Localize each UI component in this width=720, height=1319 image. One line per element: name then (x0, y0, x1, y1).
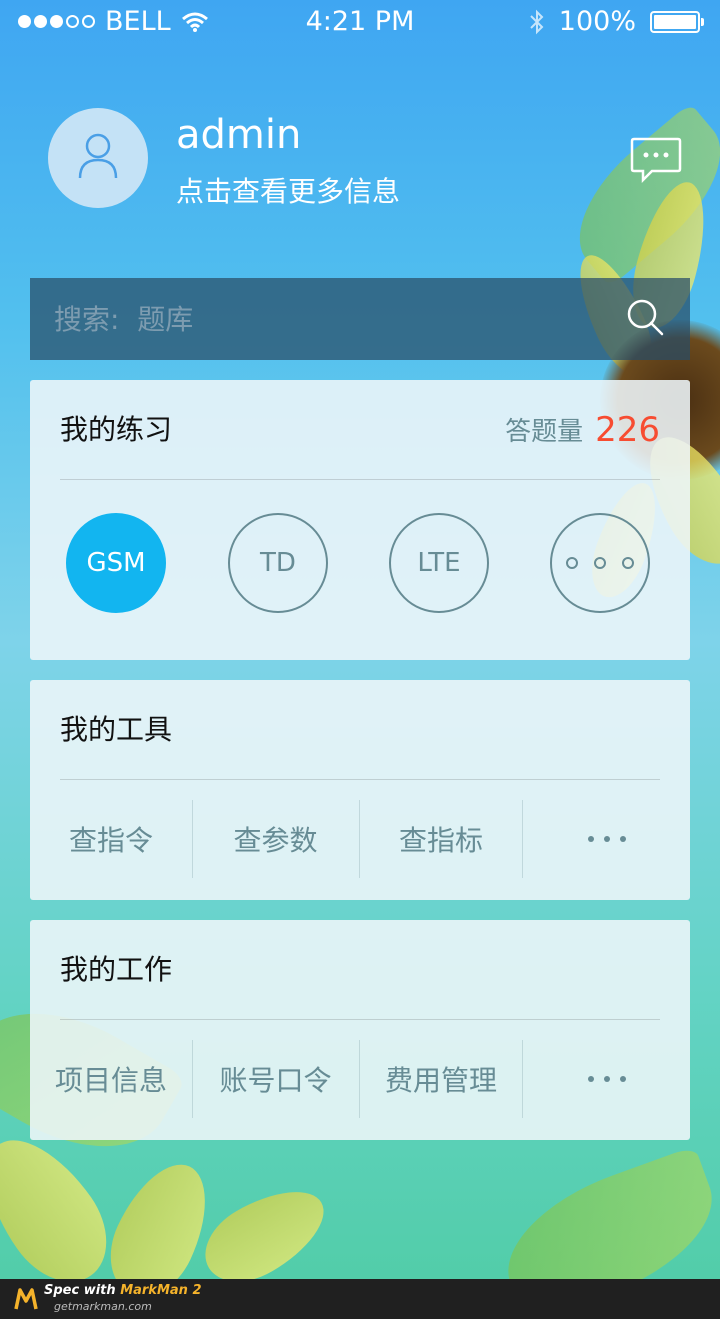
practice-title: 我的练习 (60, 413, 173, 446)
markman-brand: Spec with MarkMan 2 (44, 1283, 202, 1298)
work-account-password[interactable]: 账号口令 (193, 1040, 358, 1118)
answer-count[interactable]: 答题量 226 (505, 380, 660, 479)
username[interactable]: admin (176, 112, 301, 158)
work-expense-management[interactable]: 费用管理 (360, 1040, 522, 1118)
answer-count-value: 226 (595, 409, 660, 450)
search-icon[interactable] (626, 298, 666, 338)
divider (60, 479, 660, 480)
work-project-info[interactable]: 项目信息 (30, 1040, 192, 1118)
divider (60, 1019, 660, 1020)
app-screen: BELL 4:21 PM 100% admin 点击查看更多信息 搜索: 题库 … (0, 0, 720, 1279)
more-icon (587, 836, 626, 842)
work-title: 我的工作 (60, 953, 173, 986)
practice-more-button[interactable] (550, 513, 650, 613)
practice-gsm-button[interactable]: GSM (66, 513, 166, 613)
markman-footer: Spec with MarkMan 2 getmarkman.com (0, 1279, 720, 1319)
tools-title: 我的工具 (60, 713, 173, 746)
markman-logo-icon (14, 1288, 38, 1310)
chat-bubble-icon (630, 137, 682, 184)
tool-parameter-lookup[interactable]: 查参数 (193, 800, 358, 878)
status-bar: BELL 4:21 PM 100% (0, 0, 720, 44)
message-button[interactable] (630, 136, 682, 188)
tools-more-button[interactable] (523, 800, 690, 878)
tool-command-lookup[interactable]: 查指令 (30, 800, 192, 878)
avatar[interactable] (48, 108, 148, 208)
brand-prefix: Spec with (44, 1283, 121, 1298)
divider (60, 779, 660, 780)
leaf-decoration (487, 1145, 720, 1279)
user-icon (78, 133, 118, 179)
battery-percentage: 100% (558, 6, 636, 37)
practice-lte-button[interactable]: LTE (389, 513, 489, 613)
more-icon (587, 1076, 626, 1082)
practice-td-button[interactable]: TD (228, 513, 328, 613)
search-input[interactable] (54, 278, 614, 360)
tools-card: 我的工具 查指令 查参数 查指标 (30, 680, 690, 900)
more-icon (566, 557, 634, 569)
bluetooth-icon (530, 9, 544, 34)
work-card: 我的工作 项目信息 账号口令 费用管理 (30, 920, 690, 1140)
brand-name: MarkMan 2 (120, 1283, 202, 1298)
battery-icon (650, 10, 704, 33)
answer-count-label: 答题量 (505, 417, 584, 447)
profile-hint[interactable]: 点击查看更多信息 (176, 170, 400, 210)
markman-url[interactable]: getmarkman.com (54, 1300, 152, 1313)
tool-indicator-lookup[interactable]: 查指标 (360, 800, 522, 878)
search-bar[interactable] (30, 278, 690, 360)
practice-card: 我的练习 答题量 226 GSM TD LTE (30, 380, 690, 660)
petal-decoration (191, 1172, 339, 1279)
work-more-button[interactable] (523, 1040, 690, 1118)
